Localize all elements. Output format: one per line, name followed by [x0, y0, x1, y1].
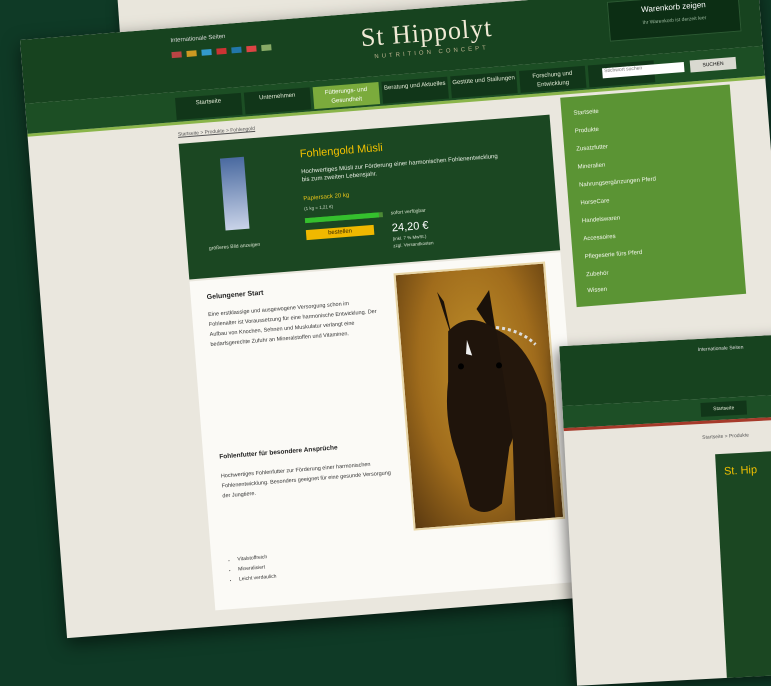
sidebar-item[interactable]: Accessoires [583, 234, 616, 243]
cart-box[interactable]: Warenkorb zeigen Ihr Warenkorb ist derze… [606, 0, 742, 42]
sidebar-item[interactable]: HorseCare [580, 198, 609, 206]
sidebar-item[interactable]: Zubehör [586, 271, 609, 279]
sidebar-item[interactable]: Produkte [575, 127, 599, 135]
secondary-page: Internationale Seiten Startseite Startse… [559, 334, 771, 686]
flag-icon[interactable] [261, 44, 272, 52]
stock-bar [304, 212, 384, 224]
flag-icon[interactable] [201, 49, 212, 56]
sidebar: Startseite Produkte Zusatzfutter Mineral… [560, 84, 747, 308]
sidebar-item[interactable]: Mineralien [577, 162, 605, 170]
list-item: Leicht verdaulich [239, 572, 277, 585]
sidebar-item[interactable]: Pflegeserie fürs Pferd [585, 250, 643, 261]
breadcrumb[interactable]: Startseite > Produkte > Fohlengold [178, 126, 256, 138]
flag-icon[interactable] [171, 51, 182, 59]
search-button[interactable]: SUCHEN [689, 56, 737, 73]
sidebar-item[interactable]: Wissen [587, 287, 607, 295]
flag-icon[interactable] [186, 50, 197, 57]
product-title: Fohlengold Müsli [299, 141, 384, 161]
product-image[interactable] [219, 156, 250, 231]
nav-tab[interactable]: Unternehmen [243, 87, 312, 115]
zoom-link[interactable]: größeres Bild anzeigen [209, 242, 261, 252]
order-button[interactable]: bestellen [305, 224, 375, 241]
flag-icon[interactable] [216, 47, 227, 55]
secondary-title: St. Hip [723, 464, 758, 478]
product-size: Papiersack 20 kg [303, 192, 350, 203]
content-paragraph: Eine erstklassige und ausgewogene Versor… [207, 301, 377, 348]
language-label[interactable]: Internationale Seiten [170, 34, 225, 44]
sidebar-item[interactable]: Startseite [573, 109, 599, 117]
nav-tab[interactable]: Startseite [175, 92, 243, 120]
product-price: 24,20 € [391, 219, 429, 235]
nav-tab[interactable]: Beratung und Aktuelles [381, 76, 449, 104]
flag-icon[interactable] [246, 45, 257, 53]
language-flags [171, 44, 272, 59]
product-content: Gelungener Start Eine erstklassige und a… [189, 252, 587, 611]
horse-photo [393, 261, 566, 531]
secondary-breadcrumb[interactable]: Startseite > Produkte [702, 432, 749, 440]
sidebar-item[interactable]: Zusatzfutter [576, 144, 608, 152]
stock-label: sofort verfügbar [390, 207, 426, 217]
secondary-nav-tab[interactable]: Startseite [700, 400, 748, 417]
feature-list: Vitalstoffreich Mineralisiert Leicht ver… [227, 552, 277, 586]
secondary-header: Internationale Seiten [559, 334, 771, 407]
nav-tab[interactable]: Gestüte und Stallungen [450, 71, 518, 99]
product-box: größeres Bild anzeigen Fohlengold Müsli … [178, 114, 561, 280]
horse-illustration [437, 289, 556, 521]
product-unit-price: (1 kg = 1,21 €) [303, 203, 334, 212]
content-paragraph: Hochwertiges Fohlenfutter zur Förderung … [220, 461, 392, 500]
price-shipping[interactable]: zzgl. Versandkosten [393, 240, 434, 248]
content-heading: Gelungener Start [206, 289, 264, 302]
flag-icon[interactable] [231, 46, 242, 54]
sidebar-item[interactable]: Nahrungsergänzungen Pferd [579, 177, 656, 189]
secondary-language-label[interactable]: Internationale Seiten [697, 345, 743, 353]
nav-tab[interactable]: Forschung und Entwicklung [518, 65, 587, 93]
nav-tab-active[interactable]: Fütterungs- und Gesundheit [312, 82, 381, 110]
secondary-product-box: St. Hip [715, 449, 771, 684]
content-subheading: Fohlenfutter für besondere Ansprüche [219, 444, 338, 461]
sidebar-item[interactable]: Handelswaren [582, 215, 621, 224]
